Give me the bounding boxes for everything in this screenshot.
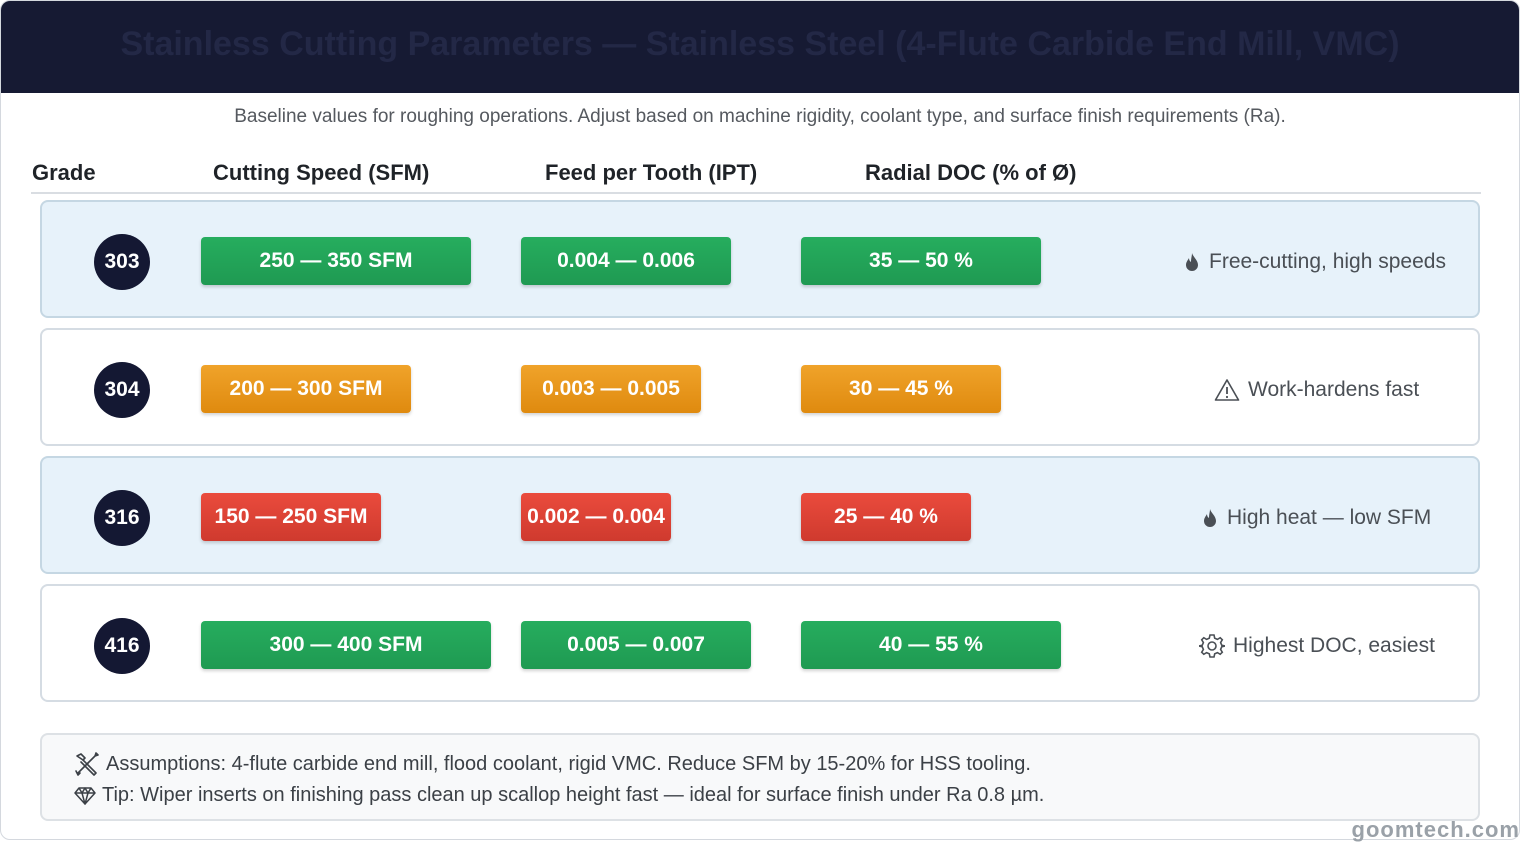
grade-badge: 304 bbox=[94, 362, 150, 418]
grade-badge: 316 bbox=[94, 490, 150, 546]
column-header-doc: Radial DOC (% of Ø) bbox=[865, 160, 1077, 185]
column-header-grade: Grade bbox=[32, 160, 96, 185]
grade-badge: 416 bbox=[94, 618, 150, 674]
feed-pill: 0.002 — 0.004 bbox=[521, 493, 671, 541]
warning-icon bbox=[1214, 379, 1240, 401]
row-note: Work-hardens fast bbox=[1214, 376, 1419, 404]
table-row-316: 316 150 — 250 SFM 0.002 — 0.004 25 — 40 … bbox=[40, 456, 1480, 574]
row-note: High heat — low SFM bbox=[1201, 504, 1431, 532]
doc-pill: 40 — 55 % bbox=[801, 621, 1061, 669]
feed-pill: 0.003 — 0.005 bbox=[521, 365, 701, 413]
doc-pill: 30 — 45 % bbox=[801, 365, 1001, 413]
parameters-card: Stainless Cutting Parameters — Stainless… bbox=[0, 0, 1520, 840]
row-note-text: Work-hardens fast bbox=[1248, 378, 1420, 401]
row-note-text: High heat — low SFM bbox=[1227, 506, 1432, 529]
title-bar: Stainless Cutting Parameters — Stainless… bbox=[1, 1, 1519, 93]
page-title: Stainless Cutting Parameters — Stainless… bbox=[120, 25, 1400, 63]
subtitle: Baseline values for roughing operations.… bbox=[234, 106, 1286, 127]
tools-icon bbox=[75, 752, 99, 776]
speed-pill: 200 — 300 SFM bbox=[201, 365, 411, 413]
flame-icon bbox=[1204, 509, 1216, 527]
flame-icon bbox=[1186, 253, 1198, 271]
gear-icon bbox=[1199, 634, 1225, 658]
speed-pill: 250 — 350 SFM bbox=[201, 237, 471, 285]
tip-text: Tip: Wiper inserts on finishing pass cle… bbox=[102, 784, 1045, 806]
row-note: Free-cutting, high speeds bbox=[1183, 248, 1446, 276]
watermark: goomtech.com bbox=[1351, 817, 1520, 842]
doc-pill: 25 — 40 % bbox=[801, 493, 971, 541]
row-note: Highest DOC, easiest bbox=[1199, 632, 1435, 660]
feed-pill: 0.004 — 0.006 bbox=[521, 237, 731, 285]
header-divider bbox=[31, 192, 1481, 194]
table-row-416: 416 300 — 400 SFM 0.005 — 0.007 40 — 55 … bbox=[40, 584, 1480, 702]
gem-icon bbox=[74, 786, 96, 805]
doc-pill: 35 — 50 % bbox=[801, 237, 1041, 285]
grade-badge: 303 bbox=[94, 234, 150, 290]
column-header-speed: Cutting Speed (SFM) bbox=[213, 160, 430, 185]
assumptions-line: Assumptions: 4-flute carbide end mill, f… bbox=[74, 751, 1031, 777]
feed-pill: 0.005 — 0.007 bbox=[521, 621, 751, 669]
assumptions-text: Assumptions: 4-flute carbide end mill, f… bbox=[106, 752, 1031, 775]
row-note-text: Highest DOC, easiest bbox=[1233, 634, 1435, 657]
tip-line: Tip: Wiper inserts on finishing pass cle… bbox=[74, 784, 1044, 807]
speed-pill: 300 — 400 SFM bbox=[201, 621, 491, 669]
speed-pill: 150 — 250 SFM bbox=[201, 493, 381, 541]
row-note-text: Free-cutting, high speeds bbox=[1209, 250, 1446, 273]
table-row-304: 304 200 — 300 SFM 0.003 — 0.005 30 — 45 … bbox=[40, 328, 1480, 446]
assumptions-box: Assumptions: 4-flute carbide end mill, f… bbox=[40, 733, 1480, 821]
table-row-303: 303 250 — 350 SFM 0.004 — 0.006 35 — 50 … bbox=[40, 200, 1480, 318]
column-header-feed: Feed per Tooth (IPT) bbox=[545, 160, 758, 185]
